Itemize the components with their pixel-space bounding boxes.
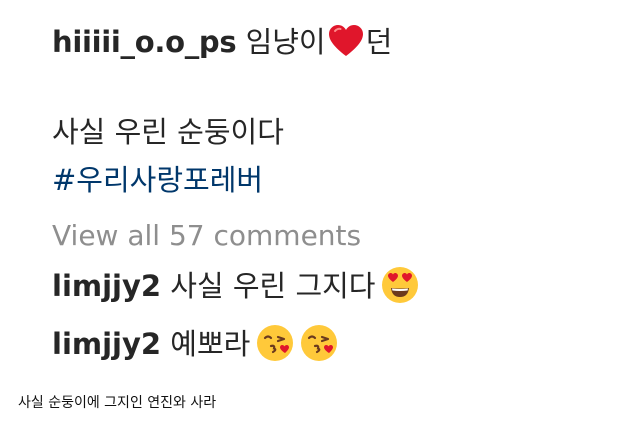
heart-eyes-emoji-icon xyxy=(382,267,419,303)
comment-username[interactable]: limjjy2 xyxy=(52,269,161,303)
comment-item: limjjy2 예뽀라 xyxy=(52,324,338,364)
comment-text: 사실 우린 그지다 xyxy=(170,269,376,303)
hashtag-link[interactable]: #우리사랑포레버 xyxy=(52,160,263,200)
view-all-comments-link[interactable]: View all 57 comments xyxy=(52,216,361,256)
comment-text: 예뽀라 xyxy=(170,327,251,361)
caption-text-before: 임냥이 xyxy=(245,25,326,59)
kissing-heart-emoji-icon xyxy=(301,325,338,361)
post-caption: hiiiii_o.o_ps 임냥이 던 xyxy=(52,22,392,62)
comment-item: limjjy2 사실 우린 그지다 xyxy=(52,266,419,306)
red-heart-icon xyxy=(328,25,363,56)
caption-username[interactable]: hiiiii_o.o_ps xyxy=(52,25,237,59)
caption-body: 사실 우린 순둥이다 xyxy=(52,115,284,149)
caption-text-after: 던 xyxy=(365,25,393,59)
kissing-heart-emoji-icon xyxy=(257,325,294,361)
comment-username[interactable]: limjjy2 xyxy=(52,327,161,361)
footnote-caption: 사실 순둥이에 그지인 연진와 사라 xyxy=(18,395,217,411)
